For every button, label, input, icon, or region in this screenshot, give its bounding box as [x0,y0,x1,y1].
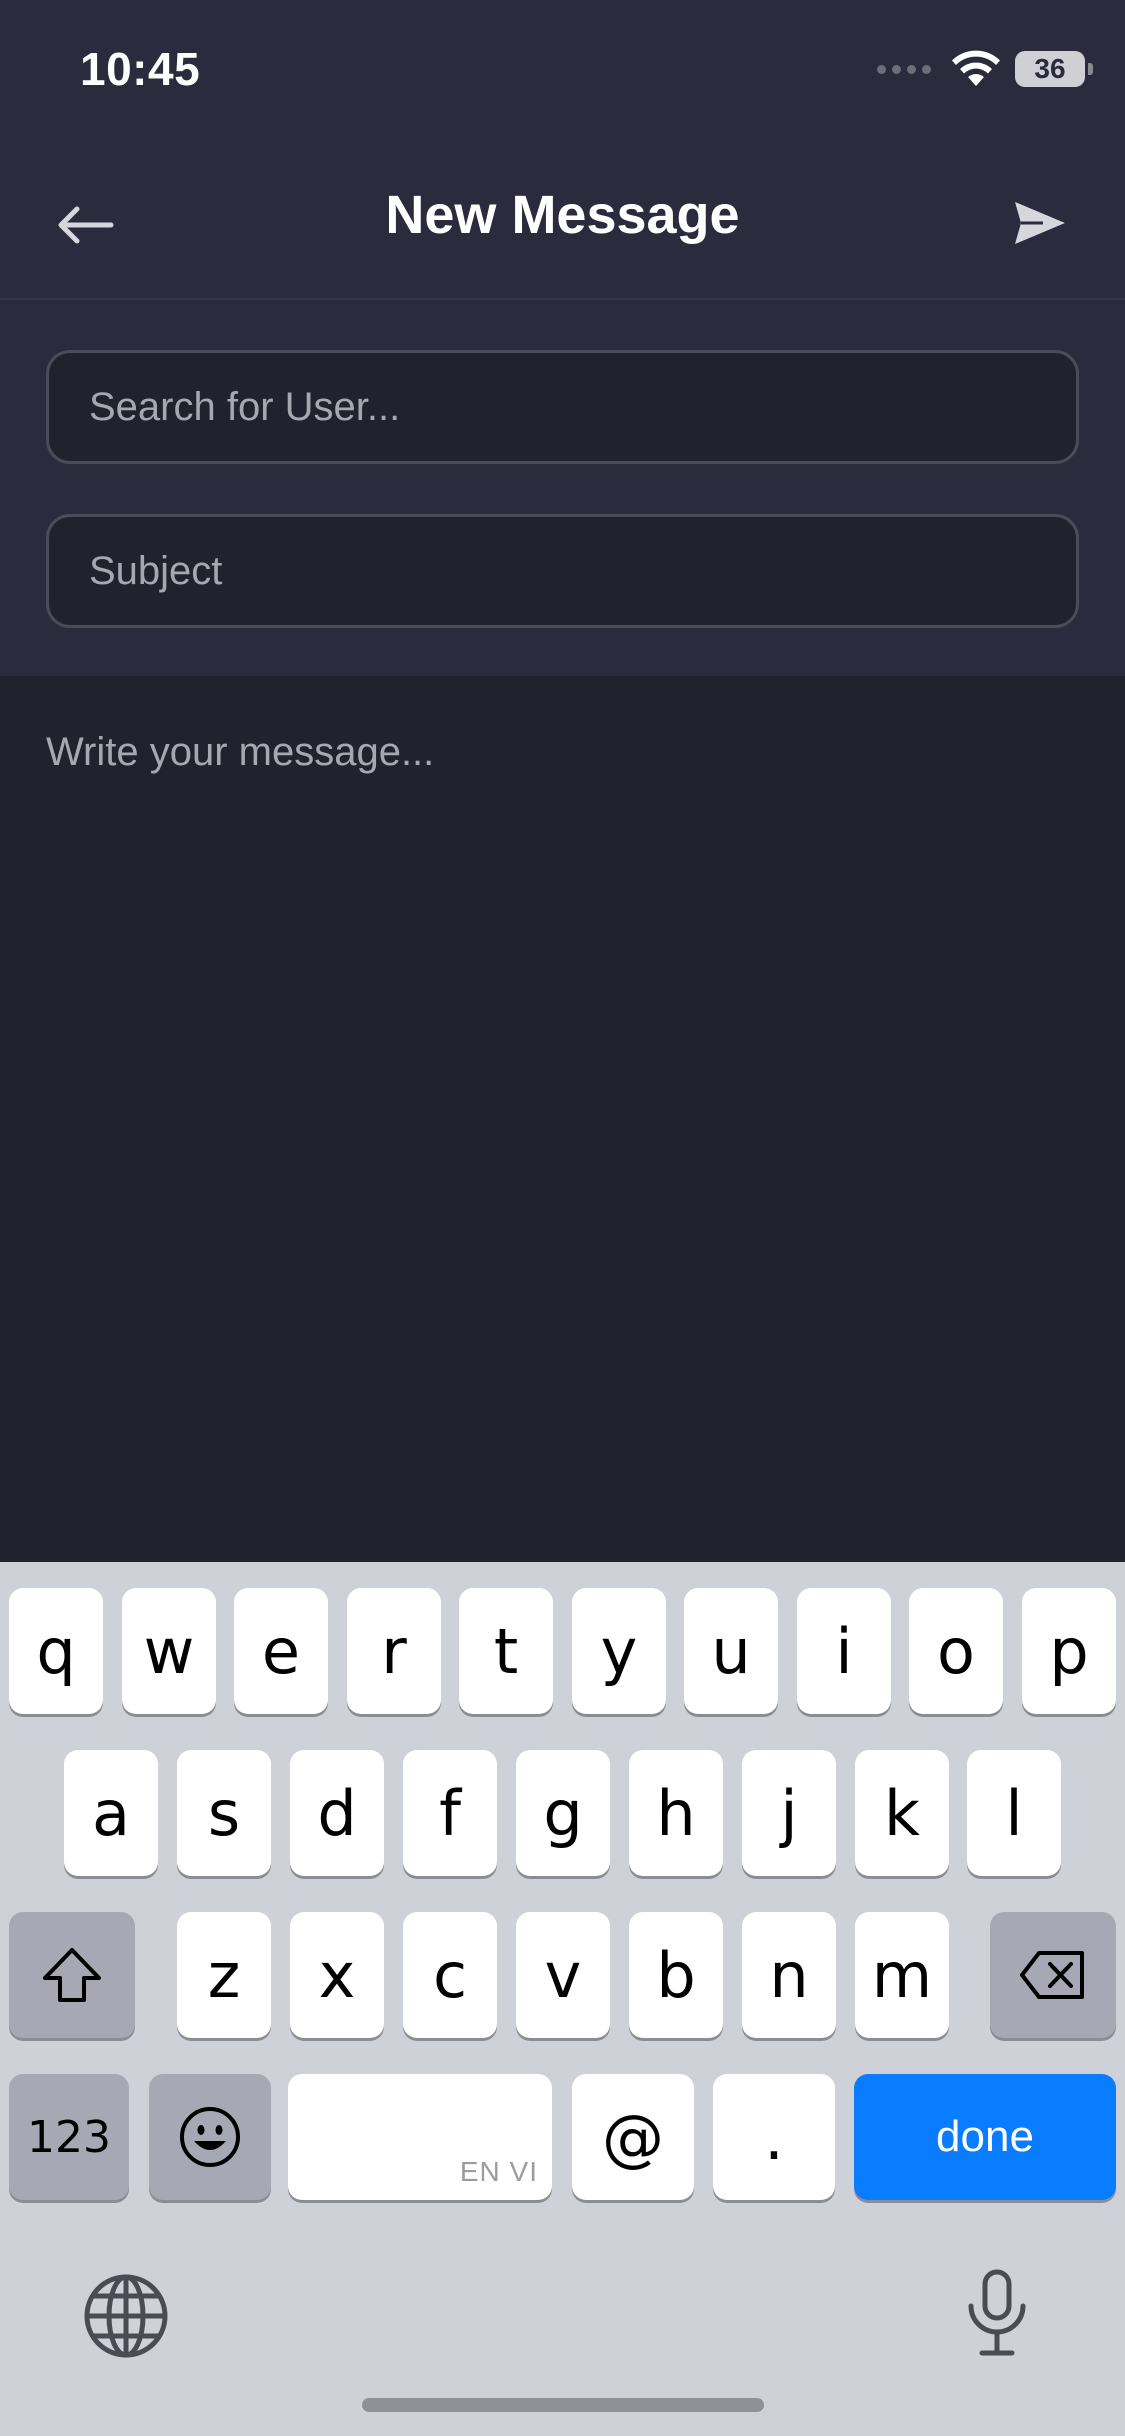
key-m[interactable]: m [855,1912,949,2038]
key-x[interactable]: x [290,1912,384,2038]
shift-arrow-icon [43,1948,101,2002]
home-indicator[interactable] [362,2398,764,2412]
status-bar: 10:45 36 [0,0,1125,140]
done-key[interactable]: done [854,2074,1116,2200]
globe-icon[interactable] [82,2272,170,2360]
key-t[interactable]: t [459,1588,553,1714]
key-y[interactable]: y [572,1588,666,1714]
send-button[interactable] [1005,188,1075,258]
page-title: New Message [385,185,740,245]
key-l[interactable]: l [967,1750,1061,1876]
key-u[interactable]: u [684,1588,778,1714]
key-s[interactable]: s [177,1750,271,1876]
subject-input[interactable]: Subject [46,514,1079,628]
delete-key[interactable] [990,1912,1116,2038]
key-w[interactable]: w [122,1588,216,1714]
key-h[interactable]: h [629,1750,723,1876]
key-a[interactable]: a [64,1750,158,1876]
space-key[interactable]: EN VI [288,2074,552,2200]
search-user-placeholder: Search for User... [89,384,401,429]
shift-key[interactable] [9,1912,135,2038]
space-language-label: EN VI [459,2156,538,2187]
key-e[interactable]: e [234,1588,328,1714]
key-d[interactable]: d [290,1750,384,1876]
key-v[interactable]: v [516,1912,610,2038]
message-placeholder: Write your message... [46,730,435,774]
send-icon [1015,202,1065,244]
key-n[interactable]: n [742,1912,836,2038]
message-textarea[interactable]: Write your message... [0,676,1125,1562]
emoji-icon [180,2107,240,2167]
key-z[interactable]: z [177,1912,271,2038]
numbers-key[interactable]: 123 [9,2074,129,2200]
battery-level: 36 [1034,53,1066,84]
key-f[interactable]: f [403,1750,497,1876]
key-r[interactable]: r [347,1588,441,1714]
period-key[interactable]: . [713,2074,835,2200]
key-q[interactable]: q [9,1588,103,1714]
key-c[interactable]: c [403,1912,497,2038]
emoji-key[interactable] [149,2074,271,2200]
nav-bar: New Message [0,140,1125,300]
microphone-icon[interactable] [962,2268,1032,2358]
key-i[interactable]: i [797,1588,891,1714]
search-user-input[interactable]: Search for User... [46,350,1079,464]
key-g[interactable]: g [516,1750,610,1876]
status-indicators: 36 [877,46,1093,92]
key-b[interactable]: b [629,1912,723,2038]
compose-header-area: 10:45 36 New Message Search for User... … [0,0,1125,676]
backspace-icon [1020,1951,1084,1999]
subject-placeholder: Subject [89,548,223,593]
battery-icon: 36 [1015,51,1093,87]
key-o[interactable]: o [909,1588,1003,1714]
wifi-icon [952,50,1000,86]
cellular-signal-icon [877,64,931,74]
key-k[interactable]: k [855,1750,949,1876]
at-key[interactable]: @ [572,2074,694,2200]
status-time: 10:45 [80,43,201,95]
key-j[interactable]: j [742,1750,836,1876]
key-p[interactable]: p [1022,1588,1116,1714]
